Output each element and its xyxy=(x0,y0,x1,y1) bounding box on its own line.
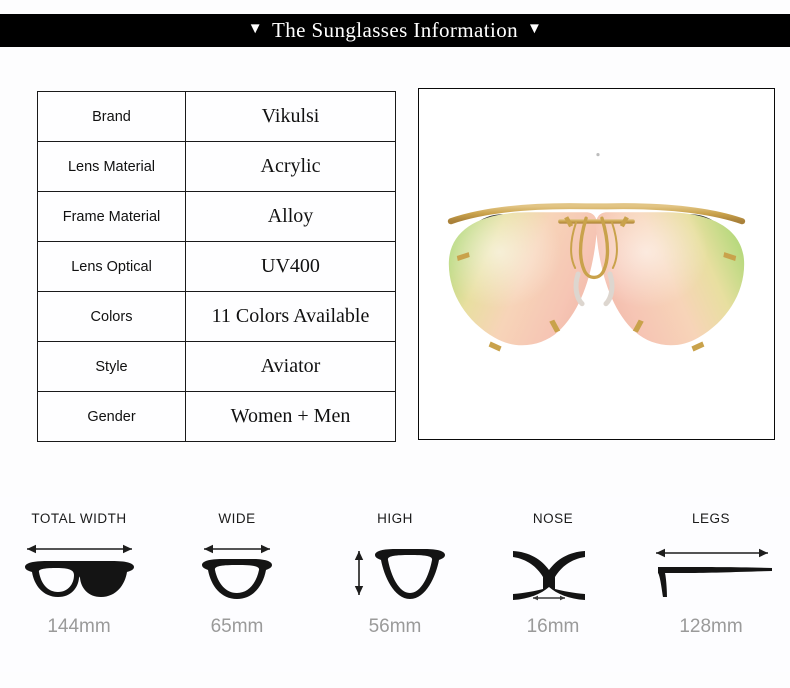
measurement-nose: NOSE 16mm xyxy=(478,511,628,638)
measurement-label: LEGS xyxy=(691,511,731,526)
single-lens-height-icon xyxy=(345,532,445,612)
measurement-value: 128mm xyxy=(679,616,743,637)
measurement-label: NOSE xyxy=(532,511,574,526)
spec-value-lens-material: Acrylic xyxy=(185,141,396,192)
measurement-value: 16mm xyxy=(526,616,580,637)
measurement-value: 56mm xyxy=(368,616,422,637)
spec-value-frame-material: Alloy xyxy=(185,191,396,242)
spec-value-style: Aviator xyxy=(185,341,396,392)
page-title: ▼ The Sunglasses Information ▼ xyxy=(248,18,543,43)
spec-value-gender: Women + Men xyxy=(185,391,396,442)
page-header-bar: ▼ The Sunglasses Information ▼ xyxy=(0,14,790,47)
spec-value-lens-optical: UV400 xyxy=(185,241,396,292)
product-image-panel xyxy=(418,88,775,440)
spec-label-style: Style xyxy=(37,341,186,392)
triangle-down-right-icon: ▼ xyxy=(527,21,543,37)
spec-label-lens-optical: Lens Optical xyxy=(37,241,186,292)
temple-arm-icon xyxy=(646,532,776,612)
measurements-strip: TOTAL WIDTH 144mm WIDE 65mm HIGH 56mm NO… xyxy=(0,497,790,672)
spec-label-lens-material: Lens Material xyxy=(37,141,186,192)
spec-value-brand: Vikulsi xyxy=(185,91,396,142)
triangle-down-left-icon: ▼ xyxy=(247,21,263,37)
spec-label-brand: Brand xyxy=(37,91,186,142)
table-row: Style Aviator xyxy=(37,341,396,392)
spec-value-colors: 11 Colors Available xyxy=(185,291,396,342)
measurement-label: TOTAL WIDTH xyxy=(31,511,127,526)
spec-label-gender: Gender xyxy=(37,391,186,442)
measurement-value: 65mm xyxy=(210,616,264,637)
measurement-high: HIGH 56mm xyxy=(320,511,470,638)
sunglasses-product-image xyxy=(419,89,774,439)
single-lens-width-icon xyxy=(192,532,282,612)
full-frame-width-icon xyxy=(17,532,142,612)
table-row: Lens Material Acrylic xyxy=(37,141,396,192)
nose-bridge-icon xyxy=(503,532,603,612)
spec-label-colors: Colors xyxy=(37,291,186,342)
measurement-label: WIDE xyxy=(218,511,256,526)
spec-label-frame-material: Frame Material xyxy=(37,191,186,242)
measurement-total-width: TOTAL WIDTH 144mm xyxy=(4,511,154,638)
measurement-value: 144mm xyxy=(47,616,111,637)
page-title-text: The Sunglasses Information xyxy=(271,18,519,42)
reflection-dot xyxy=(596,153,600,157)
measurement-label: HIGH xyxy=(377,511,413,526)
table-row: Colors 11 Colors Available xyxy=(37,291,396,342)
measurement-wide: WIDE 65mm xyxy=(162,511,312,638)
table-row: Frame Material Alloy xyxy=(37,191,396,242)
measurement-legs: LEGS 128mm xyxy=(636,511,786,638)
table-row: Lens Optical UV400 xyxy=(37,241,396,292)
table-row: Brand Vikulsi xyxy=(37,91,396,142)
specification-table: Brand Vikulsi Lens Material Acrylic Fram… xyxy=(37,91,396,442)
table-row: Gender Women + Men xyxy=(37,391,396,442)
specification-table-body: Brand Vikulsi Lens Material Acrylic Fram… xyxy=(37,91,396,442)
